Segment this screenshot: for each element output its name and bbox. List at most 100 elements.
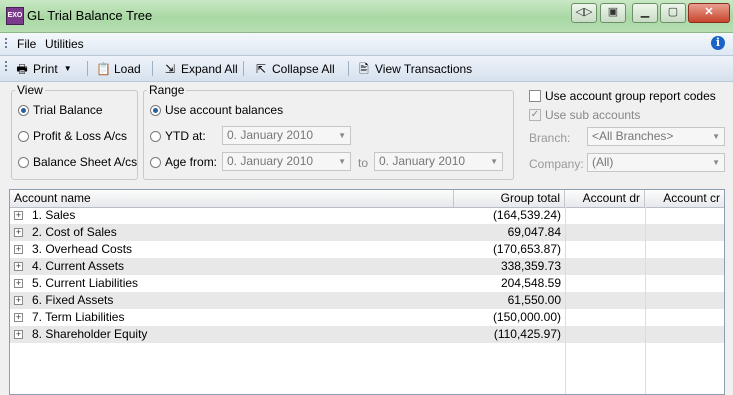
radio-use-account-balances[interactable]: Use account balances (150, 103, 283, 117)
account-name-cell: 3. Overhead Costs (32, 242, 133, 256)
group-total-cell: 338,359.73 (500, 259, 561, 273)
expand-row-icon[interactable]: + (14, 330, 23, 339)
table-row[interactable]: +8. Shareholder Equity (110,425.97) (10, 326, 724, 343)
radio-unselected-icon (18, 130, 29, 142)
menu-bar: File Utilities i (0, 33, 733, 56)
company-label: Company: (529, 157, 584, 171)
to-label: to (358, 156, 369, 170)
account-name-cell: 1. Sales (32, 208, 76, 222)
radio-unselected-icon (150, 130, 161, 142)
toolbar-separator (87, 61, 88, 76)
load-button[interactable]: 📋 Load (96, 60, 141, 77)
branch-select[interactable]: <All Branches> ▼ (587, 127, 725, 146)
minimize-button[interactable]: ▁ (632, 3, 658, 23)
radio-balance-sheet[interactable]: Balance Sheet A/cs (18, 155, 137, 169)
collapse-all-label: Collapse All (272, 61, 335, 76)
expand-row-icon[interactable]: + (14, 313, 23, 322)
column-account-dr[interactable]: Account dr (565, 190, 645, 207)
company-value: (All) (592, 155, 614, 169)
group-total-cell: (164,539.24) (492, 208, 561, 222)
account-name-cell: 5. Current Liabilities (32, 276, 139, 290)
account-name-cell: 4. Current Assets (32, 259, 125, 273)
radio-profit-loss-label: Profit & Loss A/cs (33, 129, 128, 143)
navigate-icon[interactable]: ◁▷ (571, 3, 597, 23)
use-group-codes-checkbox[interactable]: Use account group report codes (529, 89, 716, 103)
column-account-cr[interactable]: Account cr (645, 190, 724, 207)
checkbox-unchecked-icon (529, 90, 541, 102)
dropdown-arrow-icon[interactable]: ▼ (64, 64, 72, 73)
radio-profit-loss[interactable]: Profit & Loss A/cs (18, 129, 127, 143)
account-name-cell: 2. Cost of Sales (32, 225, 117, 239)
ytd-date-picker[interactable]: 0. January 2010 ▼ (222, 126, 351, 145)
layout-icon[interactable]: ▣ (600, 3, 626, 23)
expand-row-icon[interactable]: + (14, 262, 23, 271)
table-row[interactable]: +3. Overhead Costs (170,653.87) (10, 241, 724, 258)
toolbar: 🖶 Print ▼ 📋 Load ⇲ Expand All ⇱ Collapse… (0, 56, 733, 82)
chevron-down-icon: ▼ (490, 157, 498, 166)
radio-age-from[interactable]: Age from: (150, 155, 217, 169)
collapse-icon: ⇱ (255, 61, 267, 76)
table-row[interactable]: +7. Term Liabilities (150,000.00) (10, 309, 724, 326)
expand-all-button[interactable]: ⇲ Expand All (163, 60, 238, 77)
toolbar-separator (152, 61, 153, 76)
maximize-button[interactable]: ▢ (660, 3, 686, 23)
radio-unselected-icon (18, 156, 29, 168)
menu-utilities[interactable]: Utilities (45, 37, 84, 51)
table-row[interactable]: +4. Current Assets 338,359.73 (10, 258, 724, 275)
menu-file[interactable]: File (17, 37, 36, 51)
checkbox-checked-icon: ✓ (529, 109, 541, 121)
chevron-down-icon: ▼ (338, 157, 346, 166)
company-select[interactable]: (All) ▼ (587, 153, 725, 172)
range-group-label: Range (147, 83, 187, 97)
radio-ytd-at[interactable]: YTD at: (150, 129, 206, 143)
table-row[interactable]: +5. Current Liabilities 204,548.59 (10, 275, 724, 292)
load-icon: 📋 (96, 61, 111, 76)
branch-value: <All Branches> (592, 129, 674, 143)
print-button[interactable]: 🖶 Print ▼ (15, 60, 72, 77)
close-button[interactable]: ✕ (688, 3, 730, 23)
table-row[interactable]: +1. Sales (164,539.24) (10, 207, 724, 224)
expand-icon: ⇲ (164, 61, 176, 76)
print-label: Print (33, 61, 58, 76)
info-icon[interactable]: i (711, 36, 725, 50)
group-total-cell: 61,550.00 (507, 293, 561, 307)
collapse-all-button[interactable]: ⇱ Collapse All (254, 60, 335, 77)
age-from-date-picker[interactable]: 0. January 2010 ▼ (222, 152, 351, 171)
table-row[interactable]: +6. Fixed Assets 61,550.00 (10, 292, 724, 309)
use-sub-accounts-checkbox[interactable]: ✓ Use sub accounts (529, 108, 640, 122)
view-group-label: View (15, 83, 45, 97)
expand-all-label: Expand All (181, 61, 238, 76)
expand-row-icon[interactable]: + (14, 279, 23, 288)
expand-row-icon[interactable]: + (14, 228, 23, 237)
expand-row-icon[interactable]: + (14, 296, 23, 305)
radio-selected-icon (18, 104, 29, 116)
toolbar-grip-icon[interactable] (5, 61, 7, 73)
chevron-down-icon: ▼ (338, 131, 346, 140)
account-name-cell: 7. Term Liabilities (32, 310, 125, 324)
group-total-cell: (170,653.87) (492, 242, 561, 256)
app-icon: EXO (6, 7, 24, 25)
title-bar: EXO GL Trial Balance Tree ◁▷ ▣ ▁ ▢ ✕ (0, 0, 733, 33)
use-group-codes-label: Use account group report codes (545, 89, 716, 103)
age-to-date-value: 0. January 2010 (379, 154, 466, 168)
radio-trial-balance[interactable]: Trial Balance (18, 103, 103, 117)
group-total-cell: 204,548.59 (500, 276, 561, 290)
chevron-down-icon: ▼ (712, 158, 720, 167)
toolbar-separator (348, 61, 349, 76)
column-account-name[interactable]: Account name (10, 190, 454, 207)
expand-row-icon[interactable]: + (14, 211, 23, 220)
trial-balance-grid[interactable]: Account name Group total Account dr Acco… (9, 189, 725, 395)
group-total-cell: (150,000.00) (492, 310, 561, 324)
view-transactions-button[interactable]: 🖹 View Transactions (357, 60, 472, 77)
column-group-total[interactable]: Group total (454, 190, 565, 207)
age-to-date-picker[interactable]: 0. January 2010 ▼ (374, 152, 503, 171)
radio-unselected-icon (150, 156, 161, 168)
printer-icon: 🖶 (16, 61, 28, 76)
menu-grip-icon[interactable] (5, 38, 7, 50)
expand-row-icon[interactable]: + (14, 245, 23, 254)
use-sub-accounts-label: Use sub accounts (545, 108, 641, 122)
radio-ytd-at-label: YTD at: (165, 129, 206, 143)
window-title: GL Trial Balance Tree (27, 8, 153, 23)
branch-label: Branch: (529, 131, 571, 145)
table-row[interactable]: +2. Cost of Sales 69,047.84 (10, 224, 724, 241)
